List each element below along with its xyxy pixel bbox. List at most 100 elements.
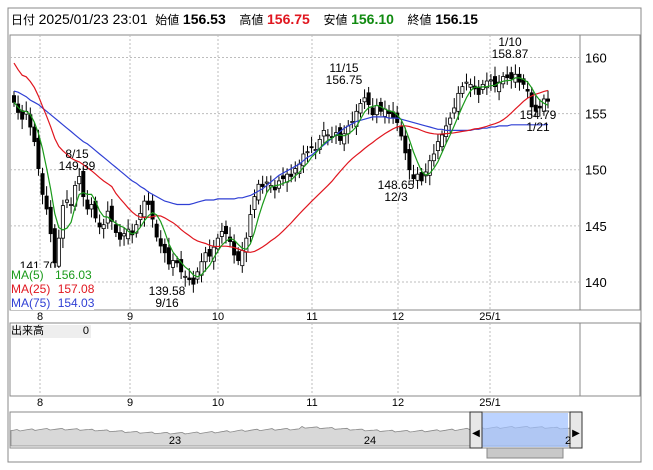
annotation-price: 158.87 xyxy=(492,47,529,61)
candle-body xyxy=(240,250,245,267)
candle-body xyxy=(191,277,196,285)
x-tick-label: 10 xyxy=(212,397,224,409)
candle-body xyxy=(260,183,265,187)
candle-body xyxy=(456,92,461,112)
candle-body xyxy=(464,81,469,84)
volume-pane xyxy=(9,322,581,397)
candle-body xyxy=(407,149,412,171)
candle-body xyxy=(158,238,163,247)
annotation-date: 12/3 xyxy=(384,190,408,204)
navigator-label: 2 xyxy=(565,435,571,447)
candle-body xyxy=(370,107,375,116)
candle-body xyxy=(435,141,440,152)
x-tick-label: 12 xyxy=(392,397,404,409)
y-tick-label: 145 xyxy=(585,219,607,234)
candle-body xyxy=(64,199,69,203)
y-tick-label: 160 xyxy=(585,50,607,65)
candle-body xyxy=(32,126,37,143)
candle-body xyxy=(374,105,379,116)
x-tick-label: 10 xyxy=(212,311,224,323)
navigator-left-handle-icon: ◀ xyxy=(472,428,480,439)
candle-body xyxy=(56,237,61,267)
candle-body xyxy=(252,196,257,210)
ma75-label: MA(75) xyxy=(11,296,51,310)
candle-body xyxy=(113,224,118,233)
candle-body xyxy=(476,86,481,95)
y-tick-label: 150 xyxy=(585,163,607,178)
candle-body xyxy=(52,228,57,264)
candle-body xyxy=(452,107,457,114)
annotation-price: 149.39 xyxy=(59,159,96,173)
candle-body xyxy=(289,173,294,177)
candle-body xyxy=(60,205,65,239)
candle-body xyxy=(162,243,167,254)
candle-body xyxy=(338,127,343,141)
candle-body xyxy=(525,89,530,92)
candle-body xyxy=(431,153,436,162)
candle-body xyxy=(48,206,53,235)
x-tick-label: 8 xyxy=(37,397,43,409)
candle-body xyxy=(203,252,208,263)
candle-body xyxy=(546,98,551,102)
candle-body xyxy=(281,175,286,180)
candle-body xyxy=(305,151,310,154)
candle-body xyxy=(468,83,473,88)
candle-body xyxy=(505,74,510,79)
candle-body xyxy=(89,204,94,210)
candle-body xyxy=(244,237,249,253)
candle-body xyxy=(272,186,277,191)
annotation-date: 1/21 xyxy=(526,120,550,134)
candle-body xyxy=(366,92,371,105)
candle-body xyxy=(215,237,220,250)
x-tick-label: 25/1 xyxy=(479,311,500,323)
candle-body xyxy=(419,172,424,182)
candle-body xyxy=(175,260,180,264)
candle-body xyxy=(85,199,90,210)
volume-axis-pane xyxy=(579,322,641,397)
candle-body xyxy=(399,125,404,137)
candle-body xyxy=(460,86,465,94)
navigator-scrollbar xyxy=(486,447,564,459)
candle-body xyxy=(415,173,420,181)
y-tick-label: 155 xyxy=(585,107,607,122)
navigator-selection xyxy=(480,413,568,447)
x-tick-label: 8 xyxy=(37,311,43,323)
x-tick-label: 11 xyxy=(306,311,317,323)
ma5-legend: MA(5) 156.03 xyxy=(11,268,92,282)
candle-body xyxy=(358,103,363,114)
candle-body xyxy=(325,134,330,137)
ma75-legend: MA(75) 154.03 xyxy=(11,296,95,310)
ma25-label: MA(25) xyxy=(11,282,51,296)
x-tick-label: 9 xyxy=(127,311,133,323)
candle-body xyxy=(154,223,159,238)
x-tick-label: 9 xyxy=(127,397,133,409)
candle-body xyxy=(44,195,49,210)
ma75-value: 154.03 xyxy=(57,296,95,310)
candle-body xyxy=(166,247,171,265)
ma5-value: 156.03 xyxy=(55,268,92,282)
candle-body xyxy=(146,200,151,205)
navigator-label: 24 xyxy=(364,435,376,447)
annotation-price: 156.75 xyxy=(326,73,363,87)
candle-body xyxy=(501,76,506,85)
volume-label: 出来高 xyxy=(11,325,44,337)
ma25-legend: MA(25) 157.08 xyxy=(11,282,95,296)
candle-body xyxy=(444,125,449,137)
candle-body xyxy=(170,260,175,268)
chart-canvas[interactable]: 8 8 9 9 10 10 11 11 12 12 25/1 25/1 140 145 150 155 160 1… xyxy=(0,0,653,470)
navigator-right-handle-icon: ▶ xyxy=(572,428,580,439)
candle-body xyxy=(183,275,188,278)
candle-body xyxy=(69,204,74,206)
candle-body xyxy=(20,110,25,120)
candle-body xyxy=(207,248,212,257)
candle-body xyxy=(264,181,269,184)
candle-body xyxy=(440,134,445,148)
candle-body xyxy=(122,233,127,237)
y-tick-label: 140 xyxy=(585,275,607,290)
candle-body xyxy=(97,222,102,228)
annotation-date: 9/16 xyxy=(155,296,179,310)
candle-body xyxy=(195,271,200,280)
candle-body xyxy=(236,251,241,262)
x-tick-label: 25/1 xyxy=(479,397,500,409)
candle-body xyxy=(117,232,122,240)
